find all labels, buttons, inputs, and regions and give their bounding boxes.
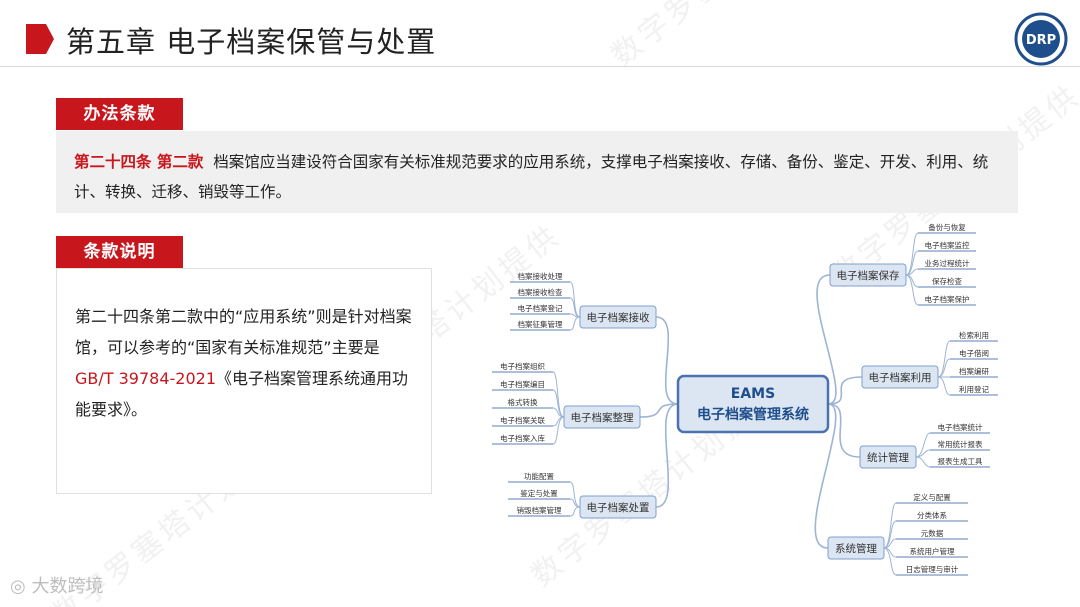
footer-brand: ◎ 大数跨境 [10, 572, 103, 598]
mindmap-leaf: 电子档案登记 [518, 303, 563, 313]
leaf-connector [569, 316, 581, 331]
leaf-connector [569, 313, 581, 318]
center-node [676, 374, 830, 434]
mindmap-leaf: 日志管理与审计 [906, 564, 959, 574]
branch-label: 电子档案接收 [587, 311, 650, 324]
mindmap-leaf: 鉴定与处置 [520, 488, 558, 498]
mindmap-leaf: 定义与配置 [913, 492, 951, 502]
eams-mindmap: 档案接收处理档案接收检查电子档案登记档案征集管理电子档案接收电子档案组织电子档案… [492, 222, 998, 576]
mindmap-leaf: 电子借阅 [959, 348, 989, 358]
mindmap-leaf: 档案接收检查 [518, 287, 563, 297]
mindmap-leaf: 电子档案组织 [500, 361, 545, 371]
mindmap-leaf: 功能配置 [524, 471, 554, 481]
mindmap-leaf: 格式转换 [508, 397, 538, 407]
mindmap-leaf: 保存检查 [932, 276, 962, 286]
mindmap-leaf: 常用统计报表 [938, 439, 983, 449]
branch-label: 电子档案保存 [837, 269, 900, 282]
branch-label: 统计管理 [867, 451, 909, 464]
leaf-connector [883, 502, 897, 549]
mindmap-leaf: 档案征集管理 [518, 319, 563, 329]
leaf-connector [915, 432, 931, 458]
branch-label: 电子档案处置 [587, 501, 650, 514]
branch-label: 电子档案利用 [869, 371, 932, 384]
branch-connector [655, 316, 679, 405]
mindmap-leaf: 业务过程统计 [925, 258, 970, 268]
mindmap-leaf: 元数据 [921, 528, 944, 538]
mindmap-leaf: 系统用户管理 [910, 546, 955, 556]
leaf-connector [905, 232, 919, 276]
branch-connector [655, 403, 679, 508]
mindmap-leaf: 电子档案统计 [938, 422, 983, 432]
mindmap-leaf: 电子档案入库 [500, 433, 545, 443]
wechat-icon: ◎ [10, 576, 26, 597]
branch-label: 系统管理 [835, 542, 877, 555]
mindmap-leaf: 电子档案监控 [925, 240, 970, 250]
leaf-connector [569, 506, 581, 517]
mindmap-leaf: 检索利用 [959, 330, 989, 340]
mindmap-leaf: 分类体系 [917, 510, 947, 520]
center-label-line2: 电子档案管理系统 [697, 406, 809, 423]
mindmap-leaf: 销毁档案管理 [517, 505, 562, 515]
mindmap-leaf: 电子档案编目 [500, 379, 545, 389]
center-label-line1: EAMS [731, 386, 775, 402]
mindmap-leaf: 档案编研 [959, 366, 989, 376]
mindmap-leaf: 利用登记 [959, 384, 989, 394]
mindmap-leaf: 备份与恢复 [928, 222, 966, 232]
mindmap-leaf: 电子档案关联 [500, 415, 545, 425]
leaf-connector [937, 376, 951, 396]
leaf-connector [883, 547, 897, 558]
footer-brand-text: 大数跨境 [31, 576, 104, 597]
leaf-connector [915, 456, 931, 468]
mindmap-leaf: 电子档案保护 [925, 294, 970, 304]
branch-connector [827, 403, 861, 458]
mindmap-leaf: 报表生成工具 [938, 456, 983, 466]
leaf-connector [569, 481, 581, 508]
mindmap-leaf: 档案接收处理 [518, 271, 563, 281]
branch-label: 电子档案整理 [571, 411, 634, 424]
branch-connector [827, 376, 863, 405]
